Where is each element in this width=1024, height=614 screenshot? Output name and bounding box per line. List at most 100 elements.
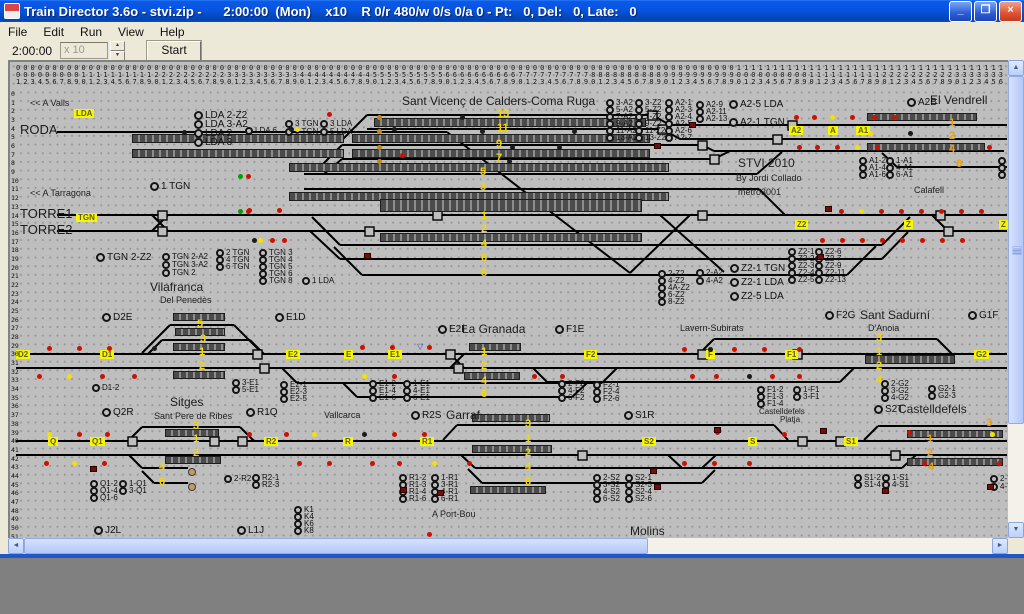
signal-label[interactable]: Q2R	[102, 407, 134, 418]
signal-head-icon[interactable]	[696, 277, 704, 285]
signal-label[interactable]: 4-G2	[881, 393, 909, 402]
signal-light[interactable]	[102, 461, 107, 466]
title-bar[interactable]: Train Director 3.6o - stvi.zip - 2:00:00…	[0, 0, 1024, 22]
track-segment[interactable]	[702, 470, 715, 483]
speed-input[interactable]: x 10	[60, 42, 108, 59]
signal-label[interactable]: L1J	[237, 525, 264, 536]
signal-label[interactable]: A2-5 LDA	[729, 99, 783, 110]
signal-light[interactable]	[282, 238, 287, 243]
signal-light[interactable]	[708, 347, 713, 352]
signal-label[interactable]: A2-13	[696, 114, 727, 123]
signal-head-icon[interactable]	[859, 171, 867, 179]
signal-light[interactable]	[182, 130, 187, 135]
signal-light[interactable]	[460, 115, 465, 120]
signal-light[interactable]	[939, 209, 944, 214]
signal-label[interactable]: F1-4	[757, 399, 783, 408]
track-segment[interactable]	[468, 469, 482, 483]
track-layout-canvas[interactable]: RODASant Vicenç de Calders-Coma RugaEl V…	[8, 60, 1008, 538]
track-segment[interactable]	[334, 247, 362, 275]
signal-head-icon[interactable]	[968, 311, 977, 320]
signal-head-icon[interactable]	[928, 392, 936, 400]
signal-light[interactable]	[850, 115, 855, 120]
signal-label[interactable]: 3-F1	[793, 392, 819, 401]
track-segment[interactable]	[668, 455, 682, 468]
signal-head-icon[interactable]	[658, 298, 666, 306]
signal-label[interactable]: K8	[294, 526, 314, 535]
signal-label[interactable]: S1R	[624, 410, 654, 421]
signal-label[interactable]: G2-3	[928, 391, 956, 400]
signal-head-icon[interactable]	[302, 277, 310, 285]
signal-label[interactable]: 6-S2	[593, 494, 620, 503]
signal-label[interactable]: 13-Z2	[635, 133, 666, 142]
signal-light[interactable]	[712, 461, 717, 466]
signal-light[interactable]	[747, 461, 752, 466]
signal-head-icon[interactable]	[237, 526, 246, 535]
signal-label[interactable]: S2-6	[625, 494, 652, 503]
signal-label[interactable]: D2E	[102, 312, 132, 323]
switch-square[interactable]	[446, 350, 455, 359]
signal-head-icon[interactable]	[730, 278, 739, 287]
signal-head-icon[interactable]	[729, 118, 738, 127]
signal-light[interactable]	[714, 374, 719, 379]
signal-light[interactable]	[770, 374, 775, 379]
signal-light[interactable]	[400, 153, 405, 158]
scroll-up-icon[interactable]: ▲	[1008, 60, 1024, 76]
signal-label[interactable]: R1Q	[246, 407, 278, 418]
switch-square[interactable]	[698, 211, 707, 220]
signal-light[interactable]	[860, 238, 865, 243]
switch-square[interactable]	[128, 437, 137, 446]
signal-label[interactable]: 6 TGN	[216, 262, 249, 271]
signal-light[interactable]	[762, 347, 767, 352]
signal-label[interactable]: A2-7	[665, 133, 692, 142]
scroll-left-icon[interactable]: ◄	[8, 538, 24, 554]
signal-light[interactable]	[959, 209, 964, 214]
signal-head-icon[interactable]	[280, 395, 288, 403]
signal-label[interactable]: Z2-13	[815, 275, 846, 284]
signal-head-icon[interactable]	[593, 395, 601, 403]
signal-light[interactable]	[922, 461, 927, 466]
signal-label[interactable]: A1-6	[859, 170, 886, 179]
signal-head-icon[interactable]	[874, 405, 883, 414]
signal-head-icon[interactable]	[606, 134, 614, 142]
signal-head-icon[interactable]	[558, 394, 566, 402]
signal-light[interactable]	[812, 115, 817, 120]
signal-light[interactable]	[960, 238, 965, 243]
signal-light[interactable]	[859, 209, 864, 214]
spin-down-icon[interactable]: ▼	[110, 51, 125, 61]
signal-head-icon[interactable]	[624, 411, 633, 420]
signal-head-icon[interactable]	[102, 313, 111, 322]
signal-label[interactable]: 5-E1	[232, 385, 259, 394]
signal-light[interactable]	[875, 145, 880, 150]
track-segment[interactable]	[443, 425, 457, 440]
signal-light[interactable]	[879, 209, 884, 214]
signal-light[interactable]	[377, 115, 382, 120]
signal-head-icon[interactable]	[232, 386, 240, 394]
speed-stepper[interactable]: ▲ ▼	[110, 41, 125, 61]
horizontal-scroll-thumb[interactable]	[24, 538, 648, 554]
switch-square[interactable]	[710, 155, 719, 164]
signal-head-icon[interactable]	[625, 495, 633, 503]
signal-light[interactable]	[360, 345, 365, 350]
signal-light[interactable]	[797, 347, 802, 352]
signal-label[interactable]: LDA 3	[194, 137, 232, 148]
signal-label[interactable]: F1E	[555, 324, 584, 335]
menu-view[interactable]: View	[110, 24, 152, 40]
signal-light[interactable]	[107, 346, 112, 351]
signal-label[interactable]: 5 LDA	[320, 127, 352, 136]
signal-label[interactable]: TGN 2	[162, 268, 196, 277]
signal-label[interactable]: 4-A2	[696, 276, 723, 285]
signal-light[interactable]	[732, 347, 737, 352]
signal-light[interactable]	[830, 115, 835, 120]
signal-label[interactable]: TGN 8	[259, 276, 293, 285]
menu-run[interactable]: Run	[72, 24, 110, 40]
start-button[interactable]: Start	[147, 41, 201, 61]
signal-label[interactable]: R2-3	[252, 480, 279, 489]
signal-light[interactable]	[377, 159, 382, 164]
signal-light[interactable]	[246, 174, 251, 179]
signal-label[interactable]: F2G	[825, 310, 855, 321]
signal-head-icon[interactable]	[90, 494, 98, 502]
track-segment[interactable]	[847, 246, 876, 275]
signal-label[interactable]: 2-R2	[224, 474, 251, 483]
signal-label[interactable]: Z2-1 TGN	[730, 263, 785, 274]
signal-label[interactable]: E2F	[438, 324, 467, 335]
